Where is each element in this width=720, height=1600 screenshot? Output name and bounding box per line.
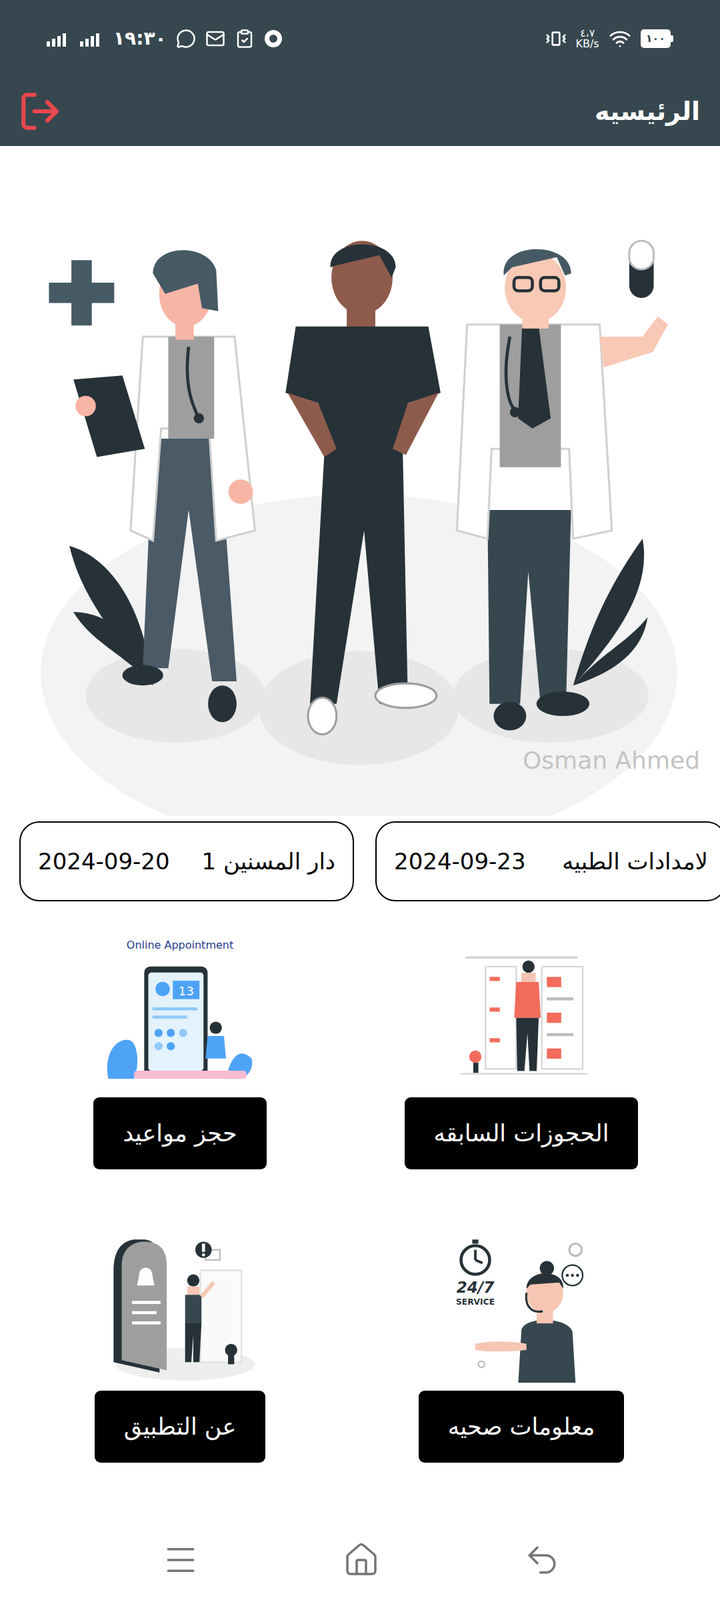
menu-grid: الحجوزات السابقه Online Appointment 13 حجز … (0, 904, 720, 1463)
illustration-caption: Online Appointment (126, 937, 234, 954)
event-card[interactable]: دار المسنين 1 2024-09-20 (19, 821, 354, 902)
signal-icon (80, 30, 104, 47)
booking-illustration: 13 (103, 956, 257, 1090)
event-name: دار المسنين 1 (202, 844, 336, 879)
page-title: الرئيسيه (594, 92, 700, 131)
office-icon (264, 29, 283, 48)
mail-icon (205, 28, 226, 49)
doctors-illustration (0, 146, 720, 816)
wifi-icon (608, 27, 632, 50)
menu-button[interactable]: حجز مواعيد (93, 1097, 266, 1170)
about-illustration (103, 1229, 257, 1383)
app-bar: الرئيسيه (0, 76, 720, 146)
watermark: Osman Ahmed (522, 742, 700, 779)
status-bar: ١٩:٣٠ ٤،٧KB/s ١٠٠ (0, 0, 720, 77)
logout-icon[interactable] (18, 89, 62, 134)
battery-level: ١٠٠ (646, 30, 666, 47)
menu-illustration (434, 929, 608, 1090)
events-row: لامدادات الطبيه 2024-09-23 دار المسنين 1 20… (0, 821, 720, 904)
service-label: SERVICE (456, 1297, 495, 1307)
event-date: 2024-09-23 (394, 844, 526, 879)
vibrate-icon (545, 28, 567, 50)
back-icon[interactable] (523, 1541, 561, 1579)
menu-item: الحجوزات السابقه (350, 929, 692, 1170)
support-illustration: 24/7SERVICE (444, 1229, 598, 1383)
service-badge: 24/7 (456, 1278, 494, 1296)
hero: Osman Ahmed (0, 146, 720, 816)
whatsapp-icon (176, 28, 196, 49)
battery-icon: ١٠٠ (640, 29, 674, 48)
menu-button[interactable]: عن التطبيق (94, 1390, 266, 1463)
header: ١٩:٣٠ ٤،٧KB/s ١٠٠ الرئيسيه (0, 0, 720, 146)
system-nav-bar (0, 1520, 720, 1600)
task-icon (234, 28, 255, 49)
network-speed: ٤،٧KB/s (576, 28, 600, 50)
menu-illustration (93, 1222, 267, 1383)
menu-illustration: Online Appointment 13 (93, 929, 267, 1090)
menu-item: 24/7SERVICEمعلومات صحيه (350, 1222, 692, 1463)
calendar-day: 13 (178, 984, 194, 998)
app-screen: ١٩:٣٠ ٤،٧KB/s ١٠٠ الرئيسيه Osman Ahmed لامداد… (0, 0, 720, 1600)
menu-illustration: 24/7SERVICE (434, 1222, 608, 1383)
menu-button[interactable]: معلومات صحيه (418, 1390, 624, 1463)
event-card[interactable]: لامدادات الطبيه 2024-09-23 (375, 821, 720, 902)
history-illustration (444, 936, 598, 1090)
menu-item: عن التطبيق (9, 1222, 351, 1463)
signal-icon (46, 30, 71, 47)
event-name: لامدادات الطبيه (562, 844, 708, 879)
menu-icon[interactable] (162, 1541, 200, 1579)
menu-button[interactable]: الحجوزات السابقه (404, 1097, 639, 1170)
menu-item: Online Appointment 13 حجز مواعيد (9, 929, 351, 1170)
speed-value: ٤،٧ (580, 28, 595, 39)
home-icon[interactable] (342, 1541, 380, 1579)
event-date: 2024-09-20 (38, 844, 170, 879)
speed-unit: KB/s (576, 38, 600, 50)
status-time: ١٩:٣٠ (113, 24, 167, 53)
